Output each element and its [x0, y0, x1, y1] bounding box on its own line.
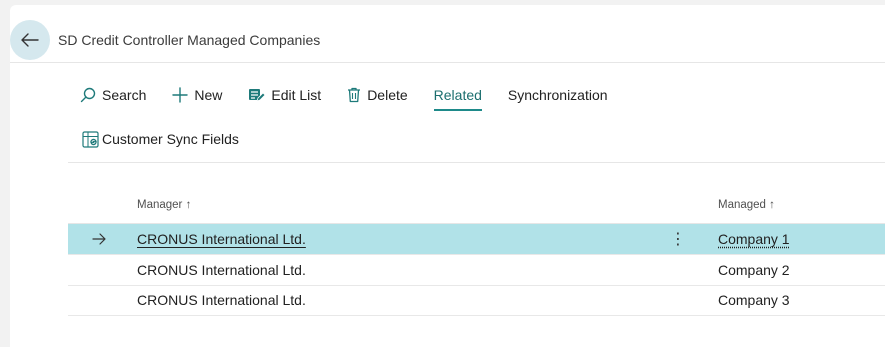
edit-list-icon	[248, 87, 266, 103]
manager-cell[interactable]: CRONUS International Ltd.	[137, 231, 306, 247]
edit-list-button[interactable]: Edit List	[248, 84, 321, 106]
title-divider	[10, 62, 885, 63]
action-bar: Search New Edit List Delete Related Sync…	[80, 84, 634, 111]
managed-cell[interactable]: Company 3	[718, 292, 790, 308]
sort-ascending-icon: ↑	[769, 199, 775, 211]
customer-sync-fields-label: Customer Sync Fields	[102, 131, 239, 147]
search-button[interactable]: Search	[80, 84, 146, 106]
manager-cell[interactable]: CRONUS International Ltd.	[137, 292, 306, 308]
trash-icon	[347, 87, 361, 103]
new-label: New	[194, 87, 223, 103]
related-label: Related	[433, 87, 482, 103]
sort-ascending-icon: ↑	[185, 199, 192, 211]
tab-synchronization[interactable]: Synchronization	[508, 84, 608, 106]
managed-cell[interactable]: Company 1	[718, 231, 790, 247]
row-actions-menu-icon[interactable]: ⋮	[670, 229, 686, 249]
table-row[interactable]: CRONUS International Ltd. Company 3	[68, 285, 885, 316]
column-header-manager[interactable]: Manager ↑	[137, 199, 191, 211]
arrow-left-icon	[21, 33, 39, 47]
search-label: Search	[102, 87, 147, 103]
new-button[interactable]: New	[172, 84, 222, 106]
managed-cell[interactable]: Company 2	[718, 262, 790, 278]
edit-list-label: Edit List	[271, 87, 322, 103]
delete-button[interactable]: Delete	[347, 84, 408, 106]
column-header-managed-label: Managed	[718, 199, 766, 211]
search-icon	[80, 87, 96, 103]
sync-fields-icon	[82, 130, 99, 148]
customer-sync-fields-button[interactable]: Customer Sync Fields	[82, 128, 239, 150]
plus-icon	[172, 87, 189, 103]
delete-label: Delete	[367, 87, 408, 103]
related-action-bar: Customer Sync Fields	[82, 128, 239, 150]
table-row[interactable]: CRONUS International Ltd. ⋮ Company 1	[68, 224, 885, 255]
manager-cell[interactable]: CRONUS International Ltd.	[137, 262, 306, 278]
page-title: SD Credit Controller Managed Companies	[58, 32, 321, 48]
tab-related[interactable]: Related	[433, 84, 483, 111]
column-header-manager-label: Manager	[137, 199, 183, 211]
table-row[interactable]: CRONUS International Ltd. Company 2	[68, 255, 885, 286]
current-row-arrow-icon	[92, 232, 106, 248]
column-header-managed[interactable]: Managed ↑	[718, 199, 775, 211]
synchronization-label: Synchronization	[507, 87, 608, 103]
back-button[interactable]	[10, 20, 50, 60]
toolbar-divider	[68, 162, 885, 163]
